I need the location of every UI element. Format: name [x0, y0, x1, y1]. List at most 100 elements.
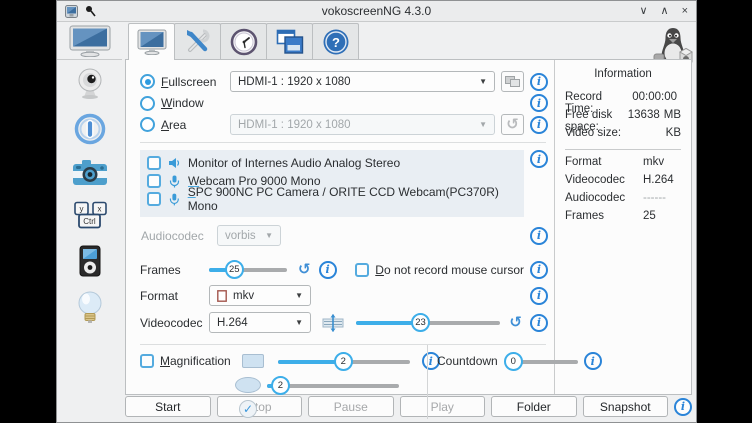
webcam-icon — [74, 67, 106, 99]
free-disk-value: 13638 — [628, 109, 660, 121]
info-format-value: mkv — [643, 156, 664, 174]
fullscreen-label: Fullscreen — [161, 75, 224, 89]
sidebar-item-shortcuts[interactable]: y x Ctrl — [71, 201, 109, 236]
information-title: Information — [565, 68, 681, 80]
tools-icon — [184, 28, 212, 56]
help-icon: ? — [322, 28, 350, 56]
sidebar-item-player[interactable] — [77, 245, 103, 282]
sidebar: y x Ctrl — [57, 22, 122, 422]
audio-device-row[interactable]: SPC 900NC PC Camera / ORITE CCD Webcam(P… — [147, 191, 524, 207]
mouse-cursor-info-button[interactable]: i — [530, 261, 548, 279]
audio-device-checkbox[interactable] — [147, 174, 161, 188]
screen-tab-icon — [137, 29, 167, 55]
countdown-handle[interactable]: 0 — [504, 352, 523, 371]
area-info-button[interactable]: i — [530, 116, 548, 134]
sidebar-item-screen[interactable] — [57, 22, 122, 60]
frames-reset-button[interactable]: ↺ — [298, 262, 311, 277]
videocodec-reset-button[interactable]: ↺ — [509, 315, 522, 330]
chevron-down-icon: ▼ — [265, 231, 273, 240]
info-format-row: Format mkv — [565, 156, 681, 174]
separator — [565, 149, 681, 150]
magnification-rect-shape[interactable] — [242, 354, 264, 368]
windows-icon — [276, 29, 304, 55]
magnification-label: Magnification — [160, 354, 231, 368]
fullscreen-screen-select[interactable]: HDMI-1 : 1920 x 1080 ▼ — [230, 71, 495, 92]
area-radio[interactable] — [140, 117, 155, 132]
tab-help[interactable]: ? — [312, 23, 359, 59]
lamp-icon — [76, 291, 104, 325]
screen-icon — [69, 25, 111, 57]
videocodec-info-button[interactable]: i — [530, 314, 548, 332]
audiocodec-info-button[interactable]: i — [530, 227, 548, 245]
format-label: Format — [140, 289, 204, 303]
footer-info-button[interactable]: i — [674, 398, 692, 416]
audio-device-checkbox[interactable] — [147, 156, 161, 170]
window-info-button[interactable]: i — [530, 94, 548, 112]
info-videocodec-value: H.264 — [643, 174, 674, 192]
minimize-button[interactable]: ∨ — [639, 6, 647, 17]
frames-label: Frames — [140, 263, 204, 277]
videocodec-label: Videocodec — [140, 316, 204, 330]
shortcut-keys-icon: y x Ctrl — [71, 201, 109, 231]
area-screen-select: HDMI-1 : 1920 x 1080 ▼ — [230, 114, 495, 135]
chevron-down-icon: ▼ — [479, 120, 487, 129]
magnification-oval-shape[interactable] — [235, 377, 261, 393]
all-screens-button[interactable] — [501, 71, 524, 92]
showclick-icon — [74, 113, 106, 145]
magnification-section: Magnification 2 i — [140, 345, 427, 419]
audio-info-button[interactable]: i — [530, 150, 548, 168]
audio-device-row[interactable]: Monitor of Internes Audio Analog Stereo — [147, 155, 524, 171]
videocodec-quality-handle[interactable]: 23 — [411, 313, 430, 332]
svg-text:?: ? — [332, 35, 340, 50]
sidebar-item-lamp[interactable] — [76, 291, 104, 330]
information-panel: Information Record Time: 00:00:00 Free d… — [554, 60, 691, 394]
countdown-slider[interactable]: 0 — [506, 352, 578, 371]
magnification-check-icon[interactable]: ✓ — [239, 400, 257, 418]
sidebar-item-camera[interactable] — [72, 159, 108, 192]
chevron-down-icon: ▼ — [295, 318, 303, 327]
fullscreen-info-button[interactable]: i — [530, 73, 548, 91]
svg-text:x: x — [97, 205, 101, 214]
magnification-zoom-slider[interactable]: 2 — [267, 376, 399, 395]
sidebar-item-showclick[interactable] — [74, 113, 106, 150]
maximize-button[interactable]: ∧ — [661, 6, 669, 17]
mouse-cursor-label: Do not record mouse cursor — [375, 263, 524, 277]
record-time-value: 00:00:00 — [632, 91, 677, 103]
microphone-icon — [168, 175, 181, 188]
tab-timer[interactable] — [220, 23, 267, 59]
magnification-checkbox[interactable] — [140, 354, 154, 368]
format-info-button[interactable]: i — [530, 287, 548, 305]
close-button[interactable]: × — [682, 6, 688, 17]
magnification-size-slider[interactable]: 2 — [278, 352, 410, 371]
format-select[interactable]: mkv ▼ — [209, 285, 311, 306]
mouse-cursor-group: Do not record mouse cursor i — [355, 261, 548, 279]
tab-tools[interactable] — [174, 23, 221, 59]
mouse-cursor-checkbox[interactable] — [355, 263, 369, 277]
videocodec-quality-slider[interactable]: 23 — [356, 313, 500, 332]
frames-info-button[interactable]: i — [319, 261, 337, 279]
countdown-label: Countdown — [437, 354, 498, 368]
info-videocodec-row: Videocodec H.264 — [565, 174, 681, 192]
free-disk-row: Free disk space: 13638 MB — [565, 109, 681, 127]
frames-row: Frames 25 ↺ i Do not record mouse cursor… — [140, 260, 548, 279]
fullscreen-radio[interactable] — [140, 74, 155, 89]
magnification-size-handle[interactable]: 2 — [334, 352, 353, 371]
frames-slider[interactable]: 25 — [209, 260, 287, 279]
info-audiocodec-row: Audiocodec ------ — [565, 192, 681, 210]
magnification-zoom-handle[interactable]: 2 — [271, 376, 290, 395]
mkv-file-icon — [217, 290, 227, 302]
audiocodec-row: Audiocodec vorbis ▼ i — [140, 225, 548, 246]
frames-slider-handle[interactable]: 25 — [225, 260, 244, 279]
window-radio[interactable] — [140, 96, 155, 111]
svg-text:Ctrl: Ctrl — [83, 217, 96, 226]
videocodec-select[interactable]: H.264 ▼ — [209, 312, 311, 333]
titlebar: vokoscreenNG 4.3.0 ∨ ∧ × — [57, 1, 696, 22]
window-label: Window — [161, 96, 204, 110]
tab-screen[interactable] — [128, 23, 175, 60]
sidebar-item-webcam[interactable] — [74, 67, 106, 104]
audio-device-label: SPC 900NC PC Camera / ORITE CCD Webcam(P… — [188, 185, 524, 213]
camera-snapshot-icon — [72, 159, 108, 187]
tab-windows[interactable] — [266, 23, 313, 59]
screen-tab-pane: Fullscreen HDMI-1 : 1920 x 1080 ▼ i — [125, 59, 692, 395]
audio-device-checkbox[interactable] — [147, 192, 161, 206]
